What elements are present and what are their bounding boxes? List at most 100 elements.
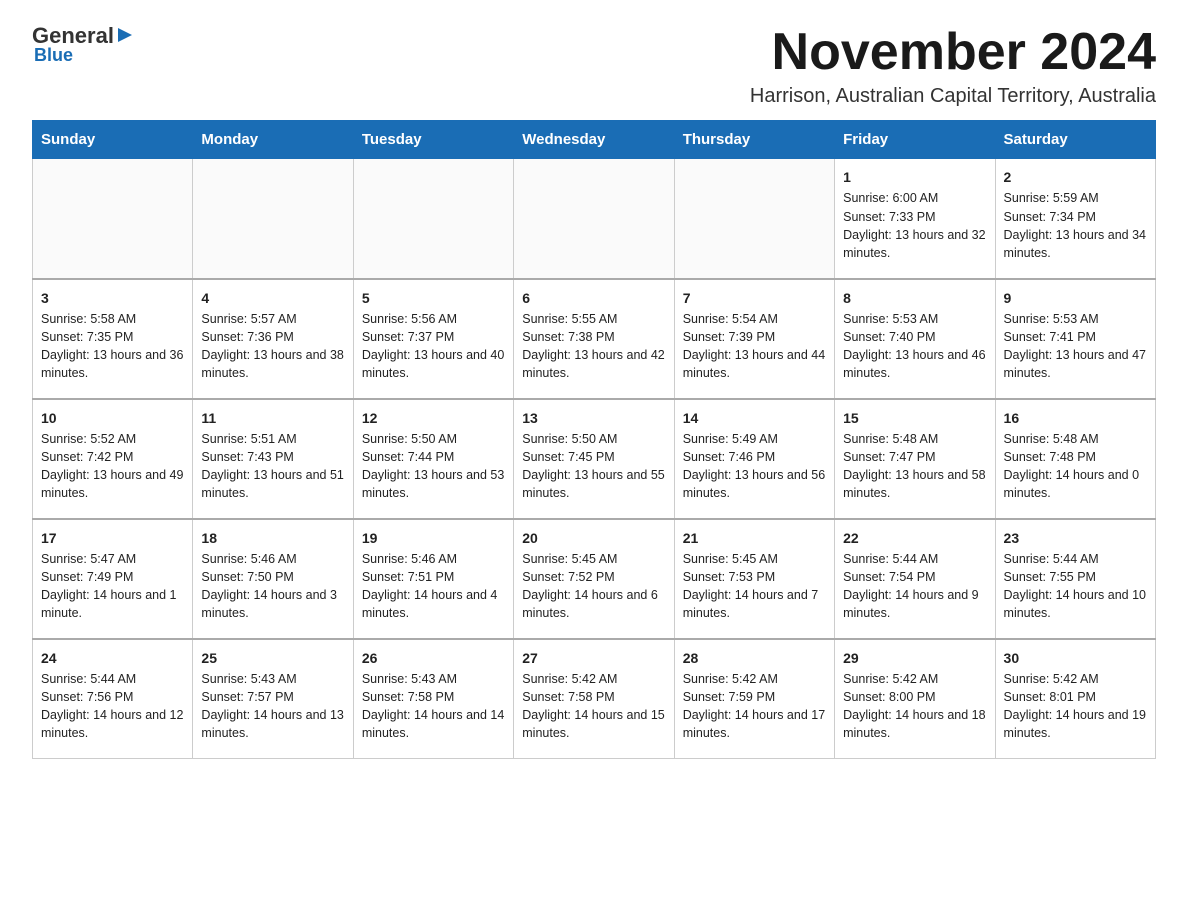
day-number: 9: [1004, 288, 1147, 308]
day-info: Sunrise: 5:51 AM: [201, 430, 344, 448]
calendar-cell: 12Sunrise: 5:50 AMSunset: 7:44 PMDayligh…: [353, 399, 513, 519]
day-info: Sunrise: 5:52 AM: [41, 430, 184, 448]
calendar-cell: 11Sunrise: 5:51 AMSunset: 7:43 PMDayligh…: [193, 399, 353, 519]
day-info: Daylight: 14 hours and 17 minutes.: [683, 706, 826, 742]
calendar-cell: 28Sunrise: 5:42 AMSunset: 7:59 PMDayligh…: [674, 639, 834, 759]
day-number: 6: [522, 288, 665, 308]
day-info: Sunset: 7:55 PM: [1004, 568, 1147, 586]
day-info: Daylight: 14 hours and 1 minute.: [41, 586, 184, 622]
day-info: Sunset: 7:58 PM: [362, 688, 505, 706]
calendar-cell: [353, 159, 513, 279]
page-header: General Blue November 2024 Harrison, Aus…: [32, 24, 1156, 108]
day-info: Sunset: 7:54 PM: [843, 568, 986, 586]
day-info: Sunset: 7:52 PM: [522, 568, 665, 586]
day-number: 19: [362, 528, 505, 548]
day-info: Sunrise: 5:54 AM: [683, 310, 826, 328]
day-info: Daylight: 14 hours and 10 minutes.: [1004, 586, 1147, 622]
calendar-table: SundayMondayTuesdayWednesdayThursdayFrid…: [32, 120, 1156, 759]
day-info: Sunset: 7:58 PM: [522, 688, 665, 706]
day-info: Sunrise: 5:47 AM: [41, 550, 184, 568]
day-info: Sunrise: 5:45 AM: [683, 550, 826, 568]
day-number: 5: [362, 288, 505, 308]
day-info: Sunset: 7:37 PM: [362, 328, 505, 346]
day-info: Sunrise: 5:48 AM: [1004, 430, 1147, 448]
day-number: 10: [41, 408, 184, 428]
logo-triangle-icon: [116, 26, 134, 44]
day-info: Daylight: 14 hours and 7 minutes.: [683, 586, 826, 622]
day-info: Sunset: 7:39 PM: [683, 328, 826, 346]
day-info: Sunrise: 5:53 AM: [1004, 310, 1147, 328]
calendar-cell: 21Sunrise: 5:45 AMSunset: 7:53 PMDayligh…: [674, 519, 834, 639]
day-info: Sunset: 7:59 PM: [683, 688, 826, 706]
calendar-cell: 10 Sunrise: 5:52 AMSunset: 7:42 PMDayligh…: [33, 399, 193, 519]
calendar-cell: [514, 159, 674, 279]
day-info: Sunrise: 5:55 AM: [522, 310, 665, 328]
day-info: Sunset: 7:42 PM: [41, 448, 184, 466]
weekday-header-row: SundayMondayTuesdayWednesdayThursdayFrid…: [33, 121, 1156, 159]
month-year-title: November 2024: [750, 24, 1156, 81]
day-info: Sunrise: 5:45 AM: [522, 550, 665, 568]
day-info: Daylight: 14 hours and 12 minutes.: [41, 706, 184, 742]
day-info: Sunrise: 5:53 AM: [843, 310, 986, 328]
weekday-header-thursday: Thursday: [674, 121, 834, 159]
day-info: Daylight: 13 hours and 47 minutes.: [1004, 346, 1147, 382]
day-info: Daylight: 13 hours and 49 minutes.: [41, 466, 184, 502]
calendar-cell: 16 Sunrise: 5:48 AMSunset: 7:48 PMDayligh…: [995, 399, 1155, 519]
day-number: 7: [683, 288, 826, 308]
day-number: 1: [843, 167, 986, 187]
day-info: Sunset: 7:48 PM: [1004, 448, 1147, 466]
day-info: Daylight: 14 hours and 18 minutes.: [843, 706, 986, 742]
day-info: Sunrise: 5:43 AM: [201, 670, 344, 688]
calendar-cell: 30Sunrise: 5:42 AMSunset: 8:01 PMDayligh…: [995, 639, 1155, 759]
day-number: 22: [843, 528, 986, 548]
day-info: Daylight: 14 hours and 0 minutes.: [1004, 466, 1147, 502]
day-info: Daylight: 13 hours and 46 minutes.: [843, 346, 986, 382]
day-number: 23: [1004, 528, 1147, 548]
day-number: 30: [1004, 648, 1147, 668]
day-info: Sunrise: 5:44 AM: [843, 550, 986, 568]
location-subtitle: Harrison, Australian Capital Territory, …: [750, 85, 1156, 108]
day-info: Daylight: 14 hours and 13 minutes.: [201, 706, 344, 742]
day-number: 26: [362, 648, 505, 668]
calendar-cell: 4Sunrise: 5:57 AMSunset: 7:36 PMDaylight…: [193, 279, 353, 399]
day-number: 12: [362, 408, 505, 428]
calendar-cell: 25Sunrise: 5:43 AMSunset: 7:57 PMDayligh…: [193, 639, 353, 759]
day-info: Daylight: 14 hours and 15 minutes.: [522, 706, 665, 742]
calendar-week-row: 1Sunrise: 6:00 AMSunset: 7:33 PMDaylight…: [33, 159, 1156, 279]
day-info: Sunset: 7:57 PM: [201, 688, 344, 706]
day-info: Sunset: 7:40 PM: [843, 328, 986, 346]
weekday-header-sunday: Sunday: [33, 121, 193, 159]
weekday-header-saturday: Saturday: [995, 121, 1155, 159]
weekday-header-wednesday: Wednesday: [514, 121, 674, 159]
day-info: Daylight: 13 hours and 56 minutes.: [683, 466, 826, 502]
calendar-cell: 17Sunrise: 5:47 AMSunset: 7:49 PMDayligh…: [33, 519, 193, 639]
day-info: Daylight: 13 hours and 36 minutes.: [41, 346, 184, 382]
day-info: Sunset: 7:43 PM: [201, 448, 344, 466]
day-number: 29: [843, 648, 986, 668]
day-info: Daylight: 13 hours and 55 minutes.: [522, 466, 665, 502]
day-info: Daylight: 13 hours and 51 minutes.: [201, 466, 344, 502]
day-info: Sunset: 7:56 PM: [41, 688, 184, 706]
day-info: Sunset: 7:41 PM: [1004, 328, 1147, 346]
day-number: 16: [1004, 408, 1147, 428]
calendar-cell: 20Sunrise: 5:45 AMSunset: 7:52 PMDayligh…: [514, 519, 674, 639]
day-info: Sunrise: 5:44 AM: [1004, 550, 1147, 568]
day-info: Daylight: 14 hours and 9 minutes.: [843, 586, 986, 622]
day-info: Sunrise: 5:49 AM: [683, 430, 826, 448]
day-info: Daylight: 14 hours and 19 minutes.: [1004, 706, 1147, 742]
day-info: Sunrise: 5:42 AM: [683, 670, 826, 688]
day-info: Sunset: 7:53 PM: [683, 568, 826, 586]
day-info: Daylight: 13 hours and 58 minutes.: [843, 466, 986, 502]
day-number: 4: [201, 288, 344, 308]
calendar-cell: 18Sunrise: 5:46 AMSunset: 7:50 PMDayligh…: [193, 519, 353, 639]
calendar-cell: 29Sunrise: 5:42 AMSunset: 8:00 PMDayligh…: [835, 639, 995, 759]
day-info: Sunset: 7:46 PM: [683, 448, 826, 466]
day-number: 20: [522, 528, 665, 548]
day-info: Sunset: 7:44 PM: [362, 448, 505, 466]
day-info: Sunrise: 5:58 AM: [41, 310, 184, 328]
calendar-cell: 27Sunrise: 5:42 AMSunset: 7:58 PMDayligh…: [514, 639, 674, 759]
day-info: Sunset: 7:38 PM: [522, 328, 665, 346]
day-number: 18: [201, 528, 344, 548]
calendar-cell: 2Sunrise: 5:59 AMSunset: 7:34 PMDaylight…: [995, 159, 1155, 279]
calendar-cell: 8Sunrise: 5:53 AMSunset: 7:40 PMDaylight…: [835, 279, 995, 399]
